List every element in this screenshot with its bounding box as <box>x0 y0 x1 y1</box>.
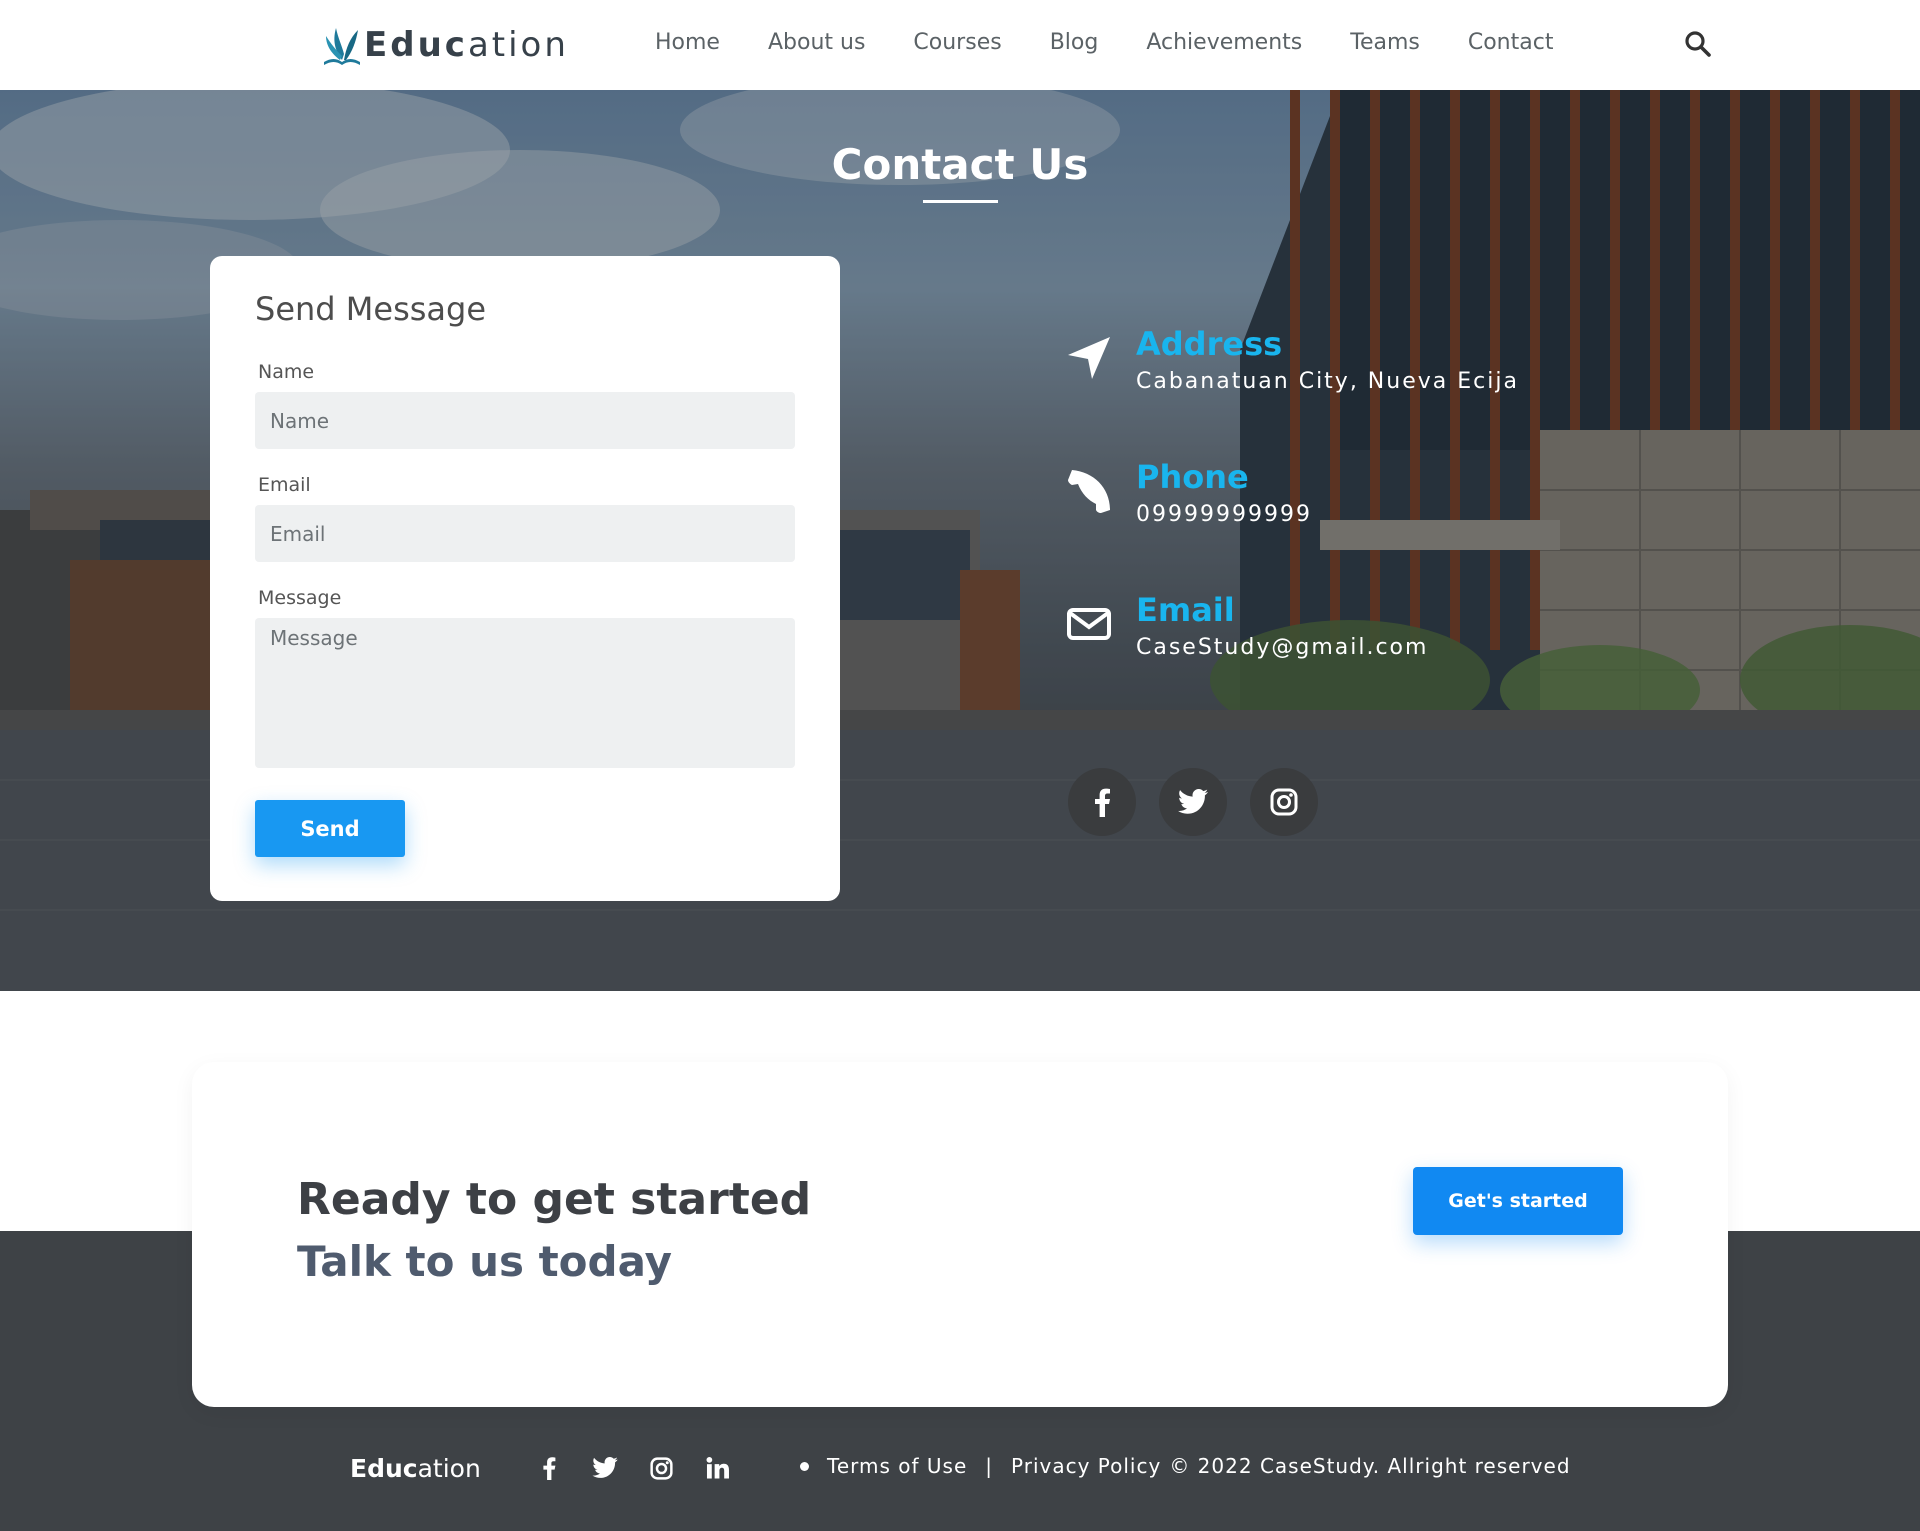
message-textarea[interactable] <box>255 618 795 768</box>
linkedin-icon <box>706 1457 729 1479</box>
instagram-icon <box>1270 788 1298 816</box>
phone-title: Phone <box>1136 458 1249 496</box>
cta-title: Ready to get started <box>297 1174 812 1225</box>
facebook-button[interactable] <box>1068 768 1136 836</box>
nav-item-blog[interactable]: Blog <box>1050 30 1099 55</box>
hero-social-links <box>1068 768 1341 836</box>
footer-facebook-link[interactable] <box>533 1452 565 1484</box>
contact-hero-section: Contact Us Send Message Name Email Messa… <box>0 90 1920 991</box>
message-label: Message <box>258 587 342 609</box>
footer-instagram-link[interactable] <box>645 1452 677 1484</box>
email-label: Email <box>258 474 311 496</box>
nav-item-teams[interactable]: Teams <box>1350 30 1420 55</box>
address-title: Address <box>1136 325 1283 363</box>
name-input[interactable] <box>255 392 795 449</box>
cta-subtitle: Talk to us today <box>297 1237 673 1286</box>
copyright-text: © 2022 CaseStudy. Allright reserved <box>1169 1454 1571 1478</box>
brand-name: Education <box>364 25 569 65</box>
main-nav: Home About us Courses Blog Achievements … <box>655 30 1601 55</box>
get-started-button[interactable]: Get's started <box>1413 1167 1623 1235</box>
footer-brand[interactable]: Education <box>350 1454 481 1483</box>
footer-social-links <box>533 1452 757 1484</box>
email-input[interactable] <box>255 505 795 562</box>
nav-item-contact[interactable]: Contact <box>1468 30 1554 55</box>
facebook-icon <box>543 1457 556 1480</box>
send-button[interactable]: Send <box>255 800 405 857</box>
cta-card: Ready to get started Talk to us today Ge… <box>192 1062 1728 1407</box>
top-navbar: Education Home About us Courses Blog Ach… <box>0 0 1920 90</box>
facebook-icon <box>1095 788 1110 817</box>
page-title: Contact Us <box>831 140 1089 189</box>
email-value: CaseStudy@gmail.com <box>1136 635 1429 660</box>
nav-item-achievements[interactable]: Achievements <box>1146 30 1302 55</box>
book-leaf-logo-icon <box>324 28 360 65</box>
nav-item-about-us[interactable]: About us <box>768 30 865 55</box>
name-label: Name <box>258 361 315 383</box>
twitter-icon <box>592 1457 618 1478</box>
address-value: Cabanatuan City, Nueva Ecija <box>1136 369 1519 394</box>
phone-info: Phone 09999999999 <box>1066 458 1566 538</box>
terms-link[interactable]: Terms of Use <box>827 1454 967 1478</box>
instagram-icon <box>649 1456 673 1480</box>
search-icon[interactable] <box>1684 30 1712 58</box>
instagram-button[interactable] <box>1250 768 1318 836</box>
location-arrow-icon <box>1068 337 1110 379</box>
footer-twitter-link[interactable] <box>589 1452 621 1484</box>
privacy-link[interactable]: Privacy Policy <box>1011 1454 1161 1478</box>
phone-value: 09999999999 <box>1136 502 1312 527</box>
address-info: Address Cabanatuan City, Nueva Ecija <box>1066 325 1566 405</box>
footer-legal: Terms of Use | Privacy Policy © 2022 Cas… <box>800 1454 1571 1478</box>
phone-icon <box>1068 470 1110 513</box>
footer-linkedin-link[interactable] <box>701 1452 733 1484</box>
twitter-icon <box>1178 789 1208 814</box>
title-underline <box>923 200 998 203</box>
envelope-icon <box>1067 608 1111 640</box>
form-heading: Send Message <box>255 290 487 328</box>
footer-separator: | <box>985 1454 994 1478</box>
nav-item-courses[interactable]: Courses <box>913 30 1001 55</box>
email-title: Email <box>1136 591 1235 629</box>
brand-logo[interactable]: Education <box>322 22 569 68</box>
bullet-dot <box>800 1461 809 1471</box>
twitter-button[interactable] <box>1159 768 1227 836</box>
nav-item-home[interactable]: Home <box>655 30 720 55</box>
send-message-form: Send Message Name Email Message Send <box>210 256 840 901</box>
email-info: Email CaseStudy@gmail.com <box>1066 591 1566 671</box>
